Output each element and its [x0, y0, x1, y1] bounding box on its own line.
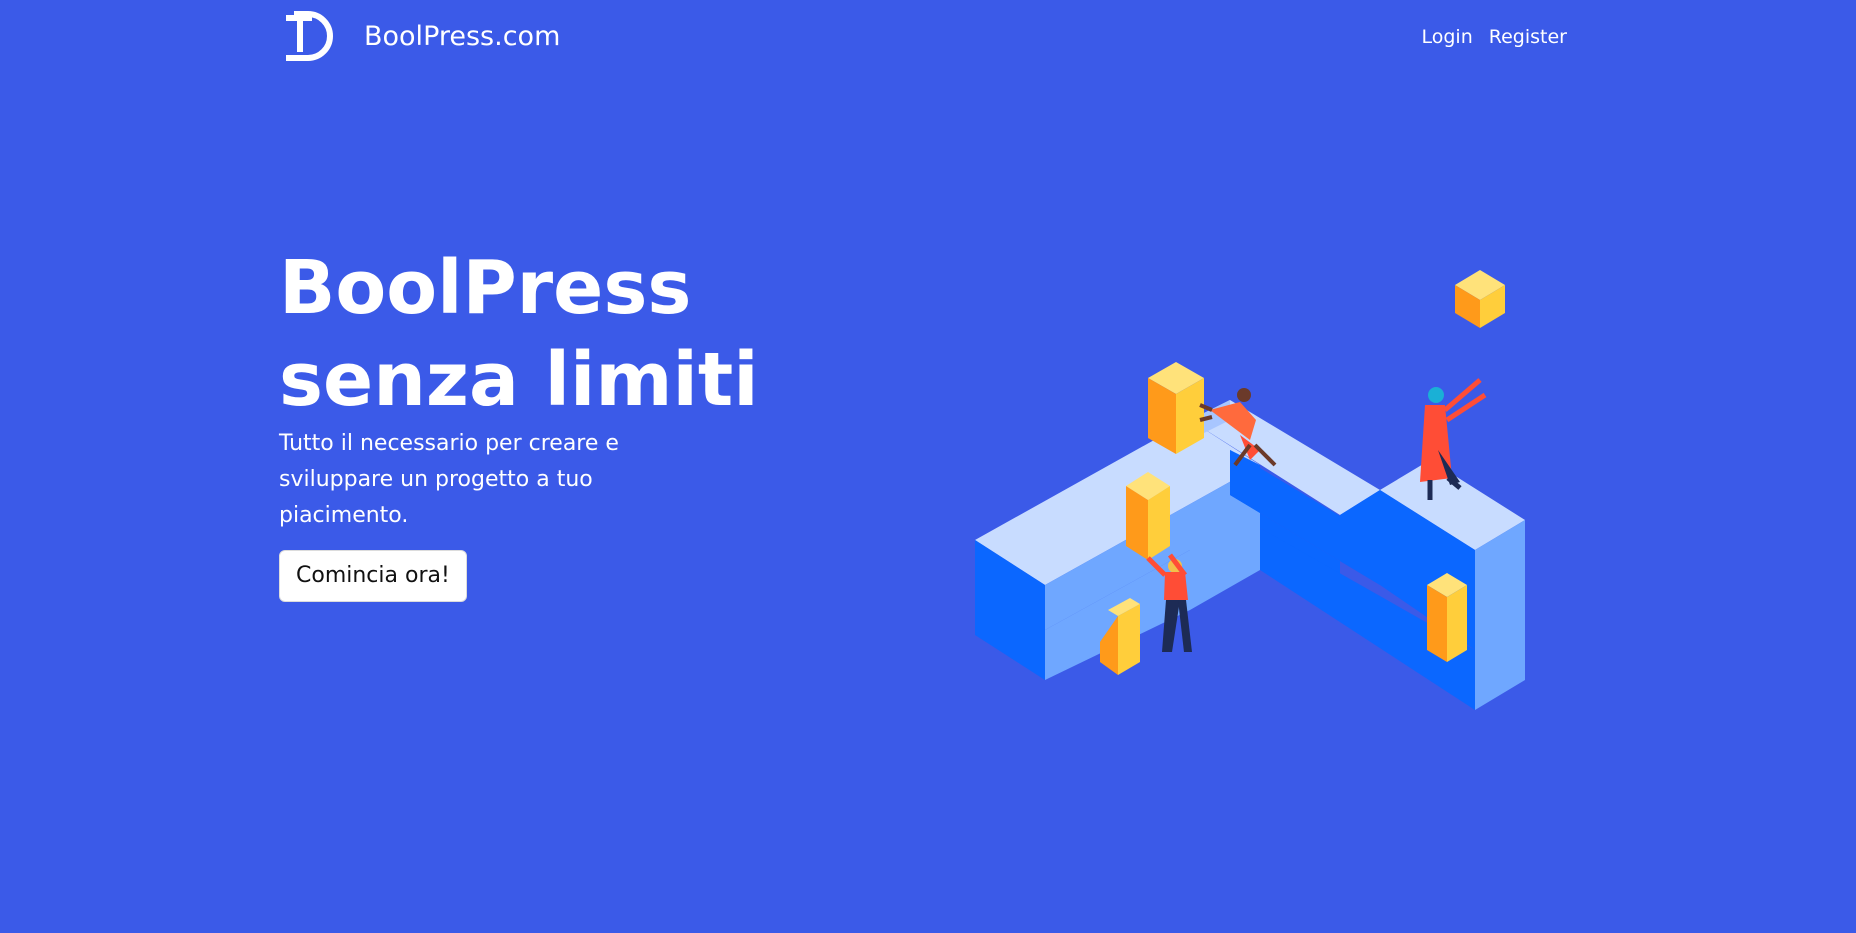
start-now-button[interactable]: Comincia ora! — [279, 550, 467, 602]
hero-subtitle: Tutto il necessario per creare e svilupp… — [279, 431, 619, 528]
login-link[interactable]: Login — [1422, 26, 1473, 48]
hero-title: BoolPress senza limiti — [279, 245, 759, 423]
brand-link[interactable]: BoolPress.com — [282, 8, 560, 64]
lblock2-right — [1118, 604, 1140, 675]
hero-illustration — [975, 270, 1525, 710]
lblock3-right — [1447, 585, 1467, 662]
brand-name: BoolPress.com — [364, 20, 561, 52]
top-navbar: BoolPress.com Login Register — [0, 0, 1856, 80]
block-front-right — [1475, 520, 1525, 710]
nav-links: Login Register — [1422, 26, 1568, 48]
hero-section: BoolPress senza limiti Tutto il necessar… — [279, 242, 939, 602]
lblock3-left — [1427, 585, 1447, 662]
figure-reaching — [1420, 378, 1487, 500]
td-logo-icon — [286, 11, 333, 61]
register-link[interactable]: Register — [1489, 26, 1567, 48]
